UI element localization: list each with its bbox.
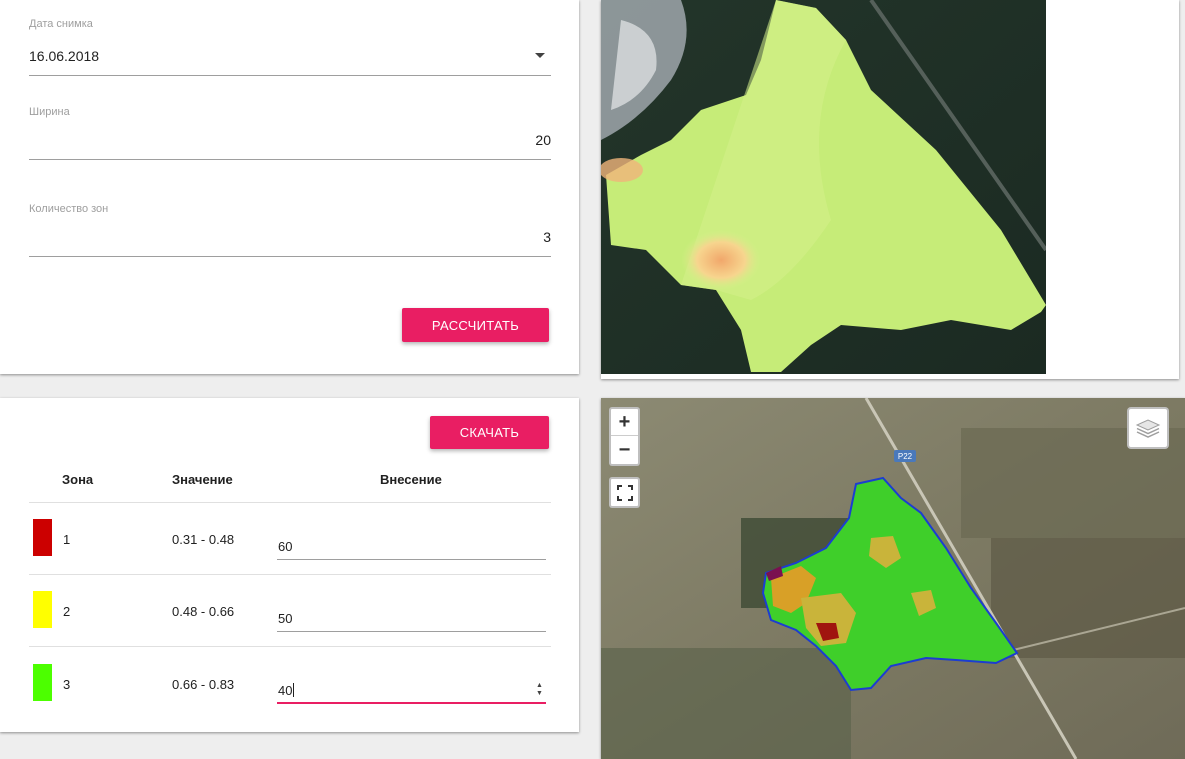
rate-value: 40 xyxy=(278,683,293,698)
zone-color-swatch xyxy=(33,519,52,556)
width-underline xyxy=(29,159,551,160)
rate-input[interactable]: 60 xyxy=(277,536,546,560)
date-select[interactable]: Дата снимка 16.06.2018 xyxy=(29,18,551,78)
rate-value: 60 xyxy=(278,539,293,554)
layers-glyph xyxy=(1135,419,1161,438)
date-underline xyxy=(29,75,551,76)
zone-range: 0.48 - 0.66 xyxy=(172,604,235,619)
zones-count-label: Количество зон xyxy=(29,203,109,215)
fullscreen-glyph xyxy=(616,484,633,501)
zone-map[interactable]: P22 + − xyxy=(601,398,1185,759)
width-field[interactable]: Ширина 20 xyxy=(29,106,551,162)
date-value: 16.06.2018 xyxy=(29,48,100,64)
dropdown-arrow-icon[interactable] xyxy=(535,53,545,58)
rate-value-wrap: 40 xyxy=(278,683,295,698)
rate-underline xyxy=(277,631,546,632)
rate-underline xyxy=(277,702,546,704)
rate-underline xyxy=(277,559,546,560)
zone-number: 2 xyxy=(63,604,71,619)
header-rate: Внесение xyxy=(380,472,442,487)
row-divider xyxy=(29,574,551,575)
calculate-button[interactable]: РАССЧИТАТЬ xyxy=(402,308,549,342)
rate-input-active[interactable]: 40 ▲ ▼ xyxy=(277,680,546,704)
zone-number: 1 xyxy=(63,532,71,547)
zone-range: 0.66 - 0.83 xyxy=(172,677,235,692)
row-divider xyxy=(29,646,551,647)
ndvi-satellite-image xyxy=(601,0,1046,374)
fullscreen-icon[interactable] xyxy=(609,477,640,508)
text-caret xyxy=(293,683,295,697)
zoom-control: + − xyxy=(609,407,640,466)
table-header-divider xyxy=(29,502,551,503)
width-value: 20 xyxy=(535,132,551,148)
zones-count-underline xyxy=(29,256,551,257)
map-forest-patch xyxy=(601,648,851,759)
low-ndvi-spot xyxy=(681,230,761,290)
map-field-patch xyxy=(991,538,1185,658)
zones-count-field[interactable]: Количество зон 3 xyxy=(29,203,551,259)
width-label: Ширина xyxy=(29,106,70,118)
number-spinner-icon[interactable]: ▲ ▼ xyxy=(535,682,544,698)
rate-value: 50 xyxy=(278,611,293,626)
settings-card: Дата снимка 16.06.2018 Ширина 20 Количес… xyxy=(0,0,579,374)
zone-number: 3 xyxy=(63,677,71,692)
zones-count-value: 3 xyxy=(543,229,551,245)
download-button[interactable]: СКАЧАТЬ xyxy=(430,416,549,449)
header-value: Значение xyxy=(172,472,233,487)
zone-color-swatch xyxy=(33,664,52,701)
rate-input[interactable]: 50 xyxy=(277,608,546,632)
low-ndvi-edge xyxy=(601,158,643,182)
zone-range: 0.31 - 0.48 xyxy=(172,532,235,547)
zone-color-swatch xyxy=(33,591,52,628)
layers-icon[interactable] xyxy=(1127,407,1169,449)
header-zone: Зона xyxy=(62,472,94,487)
ndvi-image-card xyxy=(601,0,1179,379)
road-badge-label: P22 xyxy=(898,452,913,461)
date-label: Дата снимка xyxy=(29,18,93,30)
zoom-out-icon[interactable]: − xyxy=(611,436,638,463)
zoom-in-icon[interactable]: + xyxy=(611,409,638,436)
zone-map-image[interactable]: P22 xyxy=(601,398,1185,759)
